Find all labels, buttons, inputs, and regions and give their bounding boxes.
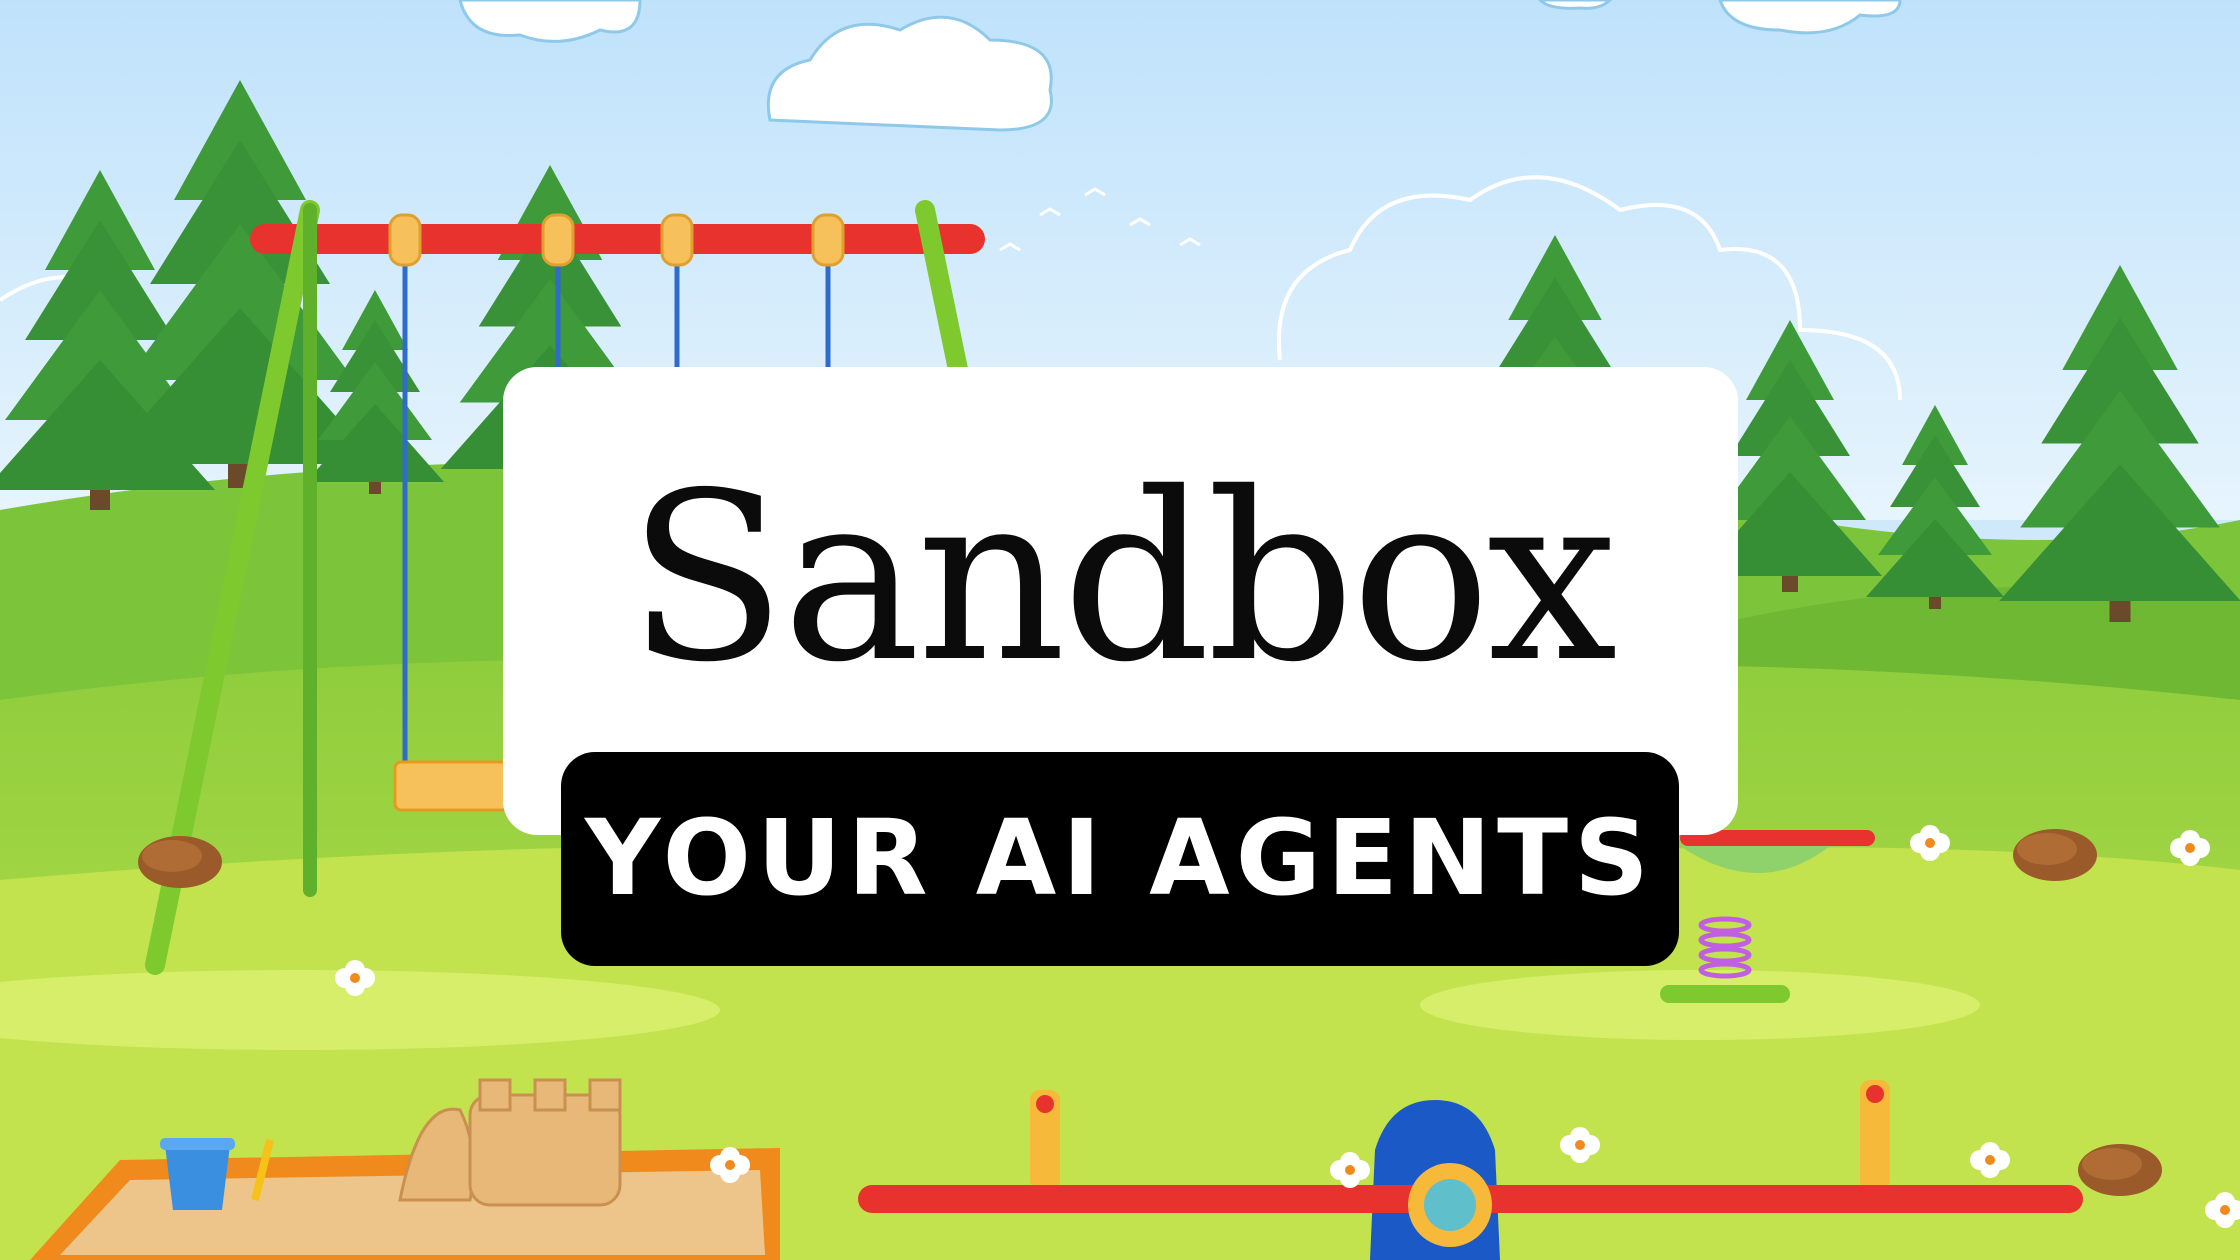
tagline-banner: YOUR AI AGENTS [561, 752, 1679, 966]
page-title: Sandbox [627, 443, 1617, 713]
tagline: YOUR AI AGENTS [585, 797, 1655, 919]
